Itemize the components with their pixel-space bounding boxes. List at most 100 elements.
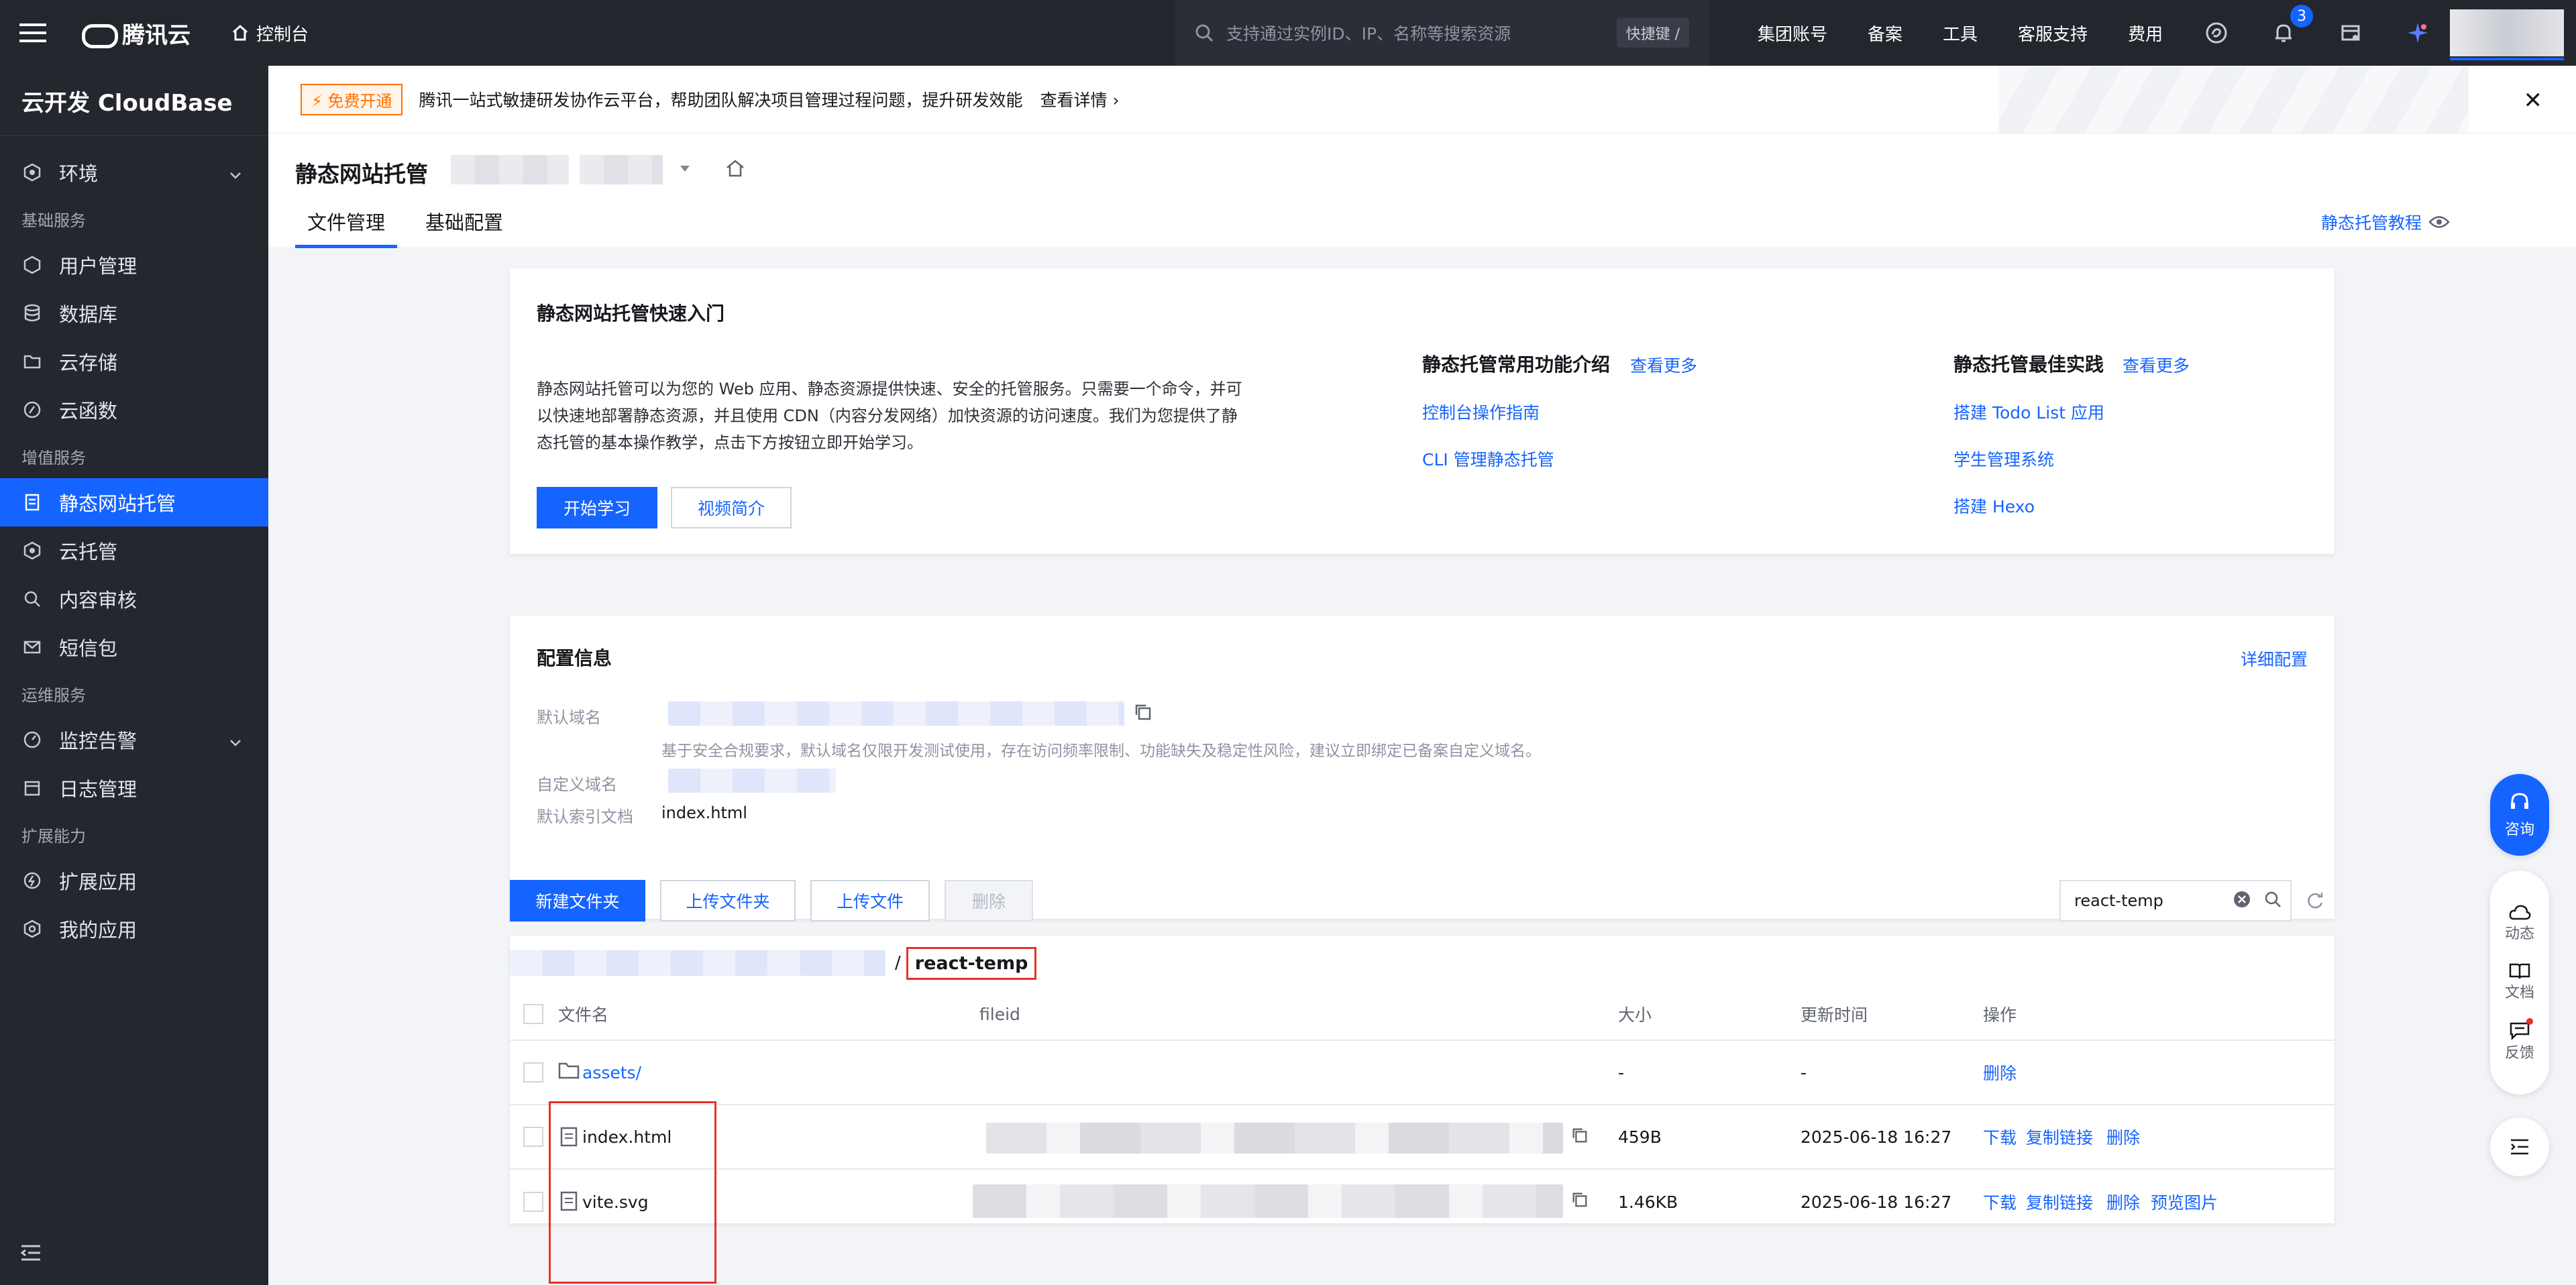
sidebar-item-monitoring[interactable]: 监控告警	[0, 716, 268, 764]
database-icon	[21, 302, 43, 324]
global-search[interactable]: 支持通过实例ID、IP、名称等搜索资源 快捷键 /	[1175, 0, 1709, 66]
copy-link-link[interactable]: 复制链接	[2026, 1190, 2093, 1214]
copy-link-link[interactable]: 复制链接	[2026, 1125, 2093, 1149]
start-learning-button[interactable]: 开始学习	[537, 487, 657, 528]
clear-icon[interactable]	[2233, 890, 2251, 911]
tab-basic-config[interactable]: 基础配置	[413, 207, 515, 248]
detail-config-link[interactable]: 详细配置	[2241, 647, 2308, 671]
default-domain-label: 默认域名	[537, 708, 601, 727]
file-size: -	[1618, 1062, 1625, 1082]
home-icon[interactable]	[724, 158, 746, 182]
sidebar-item-label: 静态网站托管	[59, 492, 176, 515]
tutorial-link[interactable]: 静态托管教程	[2321, 210, 2450, 234]
console-link[interactable]: 控制台	[231, 21, 309, 46]
file-search-input[interactable]: react-temp	[2074, 891, 2233, 910]
video-intro-button[interactable]: 视频简介	[671, 487, 792, 528]
download-link[interactable]: 下载	[1983, 1125, 2017, 1149]
preview-image-link[interactable]: 预览图片	[2151, 1190, 2218, 1214]
delete-link[interactable]: 删除	[2106, 1190, 2140, 1214]
download-link[interactable]: 下载	[1983, 1190, 2017, 1214]
copy-icon[interactable]	[1571, 1127, 1589, 1148]
tencent-cloud-logo[interactable]: 腾讯云	[79, 17, 191, 50]
link-group-account[interactable]: 集团账号	[1758, 21, 1827, 46]
sidebar-item-env[interactable]: 环境	[0, 148, 268, 197]
sidebar-item-static-hosting[interactable]: 静态网站托管	[0, 478, 268, 526]
sidebar-item-content-audit[interactable]: 内容审核	[0, 575, 268, 623]
refresh-icon[interactable]	[2305, 891, 2325, 913]
breadcrumb-root-redacted[interactable]	[510, 950, 885, 976]
highlight-file-names	[549, 1101, 716, 1284]
row-checkbox[interactable]	[523, 1127, 543, 1147]
delete-link[interactable]: 删除	[1983, 1060, 2017, 1084]
sidebar-item-sms[interactable]: 短信包	[0, 623, 268, 671]
upload-file-button[interactable]: 上传文件	[810, 880, 930, 921]
banner-text: 腾讯一站式敏捷研发协作云平台，帮助团队解决项目管理过程问题，提升研发效能	[419, 91, 1023, 110]
eye-icon	[2428, 216, 2450, 228]
sidebar-item-database[interactable]: 数据库	[0, 289, 268, 337]
sidebar-item-functions[interactable]: 云函数	[0, 386, 268, 434]
file-search-field[interactable]: react-temp	[2059, 880, 2292, 921]
copy-icon[interactable]	[1134, 703, 1152, 724]
hexagon-icon	[21, 162, 43, 183]
delete-link[interactable]: 删除	[2106, 1125, 2140, 1149]
sidebar-item-extensions[interactable]: 扩展应用	[0, 856, 268, 905]
default-domain-redacted	[668, 702, 1124, 726]
sidebar-item-label: 云函数	[59, 400, 118, 423]
link-tools[interactable]: 工具	[1943, 21, 1978, 46]
video-intro-label: 视频简介	[697, 499, 765, 518]
new-folder-button[interactable]: 新建文件夹	[510, 880, 645, 921]
practice-link[interactable]: 搭建 Hexo	[1953, 494, 2035, 518]
user-avatar[interactable]	[2450, 9, 2564, 60]
select-all-checkbox[interactable]	[523, 1004, 543, 1024]
practice-link[interactable]: 搭建 Todo List 应用	[1953, 400, 2104, 424]
ai-assistant-icon[interactable]	[2404, 19, 2431, 46]
dynamic-button[interactable]: 动态	[2505, 903, 2534, 943]
feedback-button[interactable]: 反馈	[2505, 1018, 2534, 1062]
link-support[interactable]: 客服支持	[2018, 21, 2088, 46]
new-folder-label: 新建文件夹	[535, 892, 620, 911]
quickstart-title: 静态网站托管快速入门	[537, 302, 725, 325]
practice-link[interactable]: 学生管理系统	[1953, 447, 2054, 471]
upload-folder-button[interactable]: 上传文件夹	[660, 880, 796, 921]
menu-icon[interactable]	[0, 0, 66, 66]
features-title: 静态托管常用功能介绍	[1422, 353, 1611, 376]
feature-link[interactable]: CLI 管理静态托管	[1422, 447, 1554, 471]
sidebar-item-logs[interactable]: 日志管理	[0, 764, 268, 812]
docs-label: 文档	[2504, 985, 2534, 1001]
sidebar-group-basic: 基础服务	[21, 211, 86, 230]
practice-more-link[interactable]: 查看更多	[2123, 353, 2190, 377]
sidebar-item-cloud-run[interactable]: 云托管	[0, 526, 268, 575]
banner-detail-link[interactable]: 查看详情 ›	[1040, 87, 1120, 111]
menu-toggle-button[interactable]	[2490, 1117, 2549, 1176]
close-icon[interactable]: ✕	[2524, 87, 2543, 114]
consult-button[interactable]: 咨询	[2490, 774, 2549, 856]
free-tag[interactable]: ⚡ 免费开通	[301, 83, 403, 115]
search-icon[interactable]	[2263, 890, 2282, 911]
collapse-sidebar-icon[interactable]	[20, 1243, 42, 1265]
cart-icon[interactable]	[2337, 19, 2364, 46]
breadcrumb-separator: /	[895, 953, 901, 973]
features-more-link[interactable]: 查看更多	[1630, 353, 1697, 377]
row-checkbox[interactable]	[523, 1192, 543, 1212]
link-filing[interactable]: 备案	[1868, 21, 1902, 46]
feature-link[interactable]: 控制台操作指南	[1422, 400, 1540, 424]
delete-button[interactable]: 删除	[945, 880, 1033, 921]
miniprogram-icon[interactable]	[2203, 19, 2230, 46]
env-select[interactable]	[451, 151, 746, 188]
docs-button[interactable]: 文档	[2505, 962, 2534, 1002]
link-billing[interactable]: 费用	[2128, 21, 2163, 46]
tab-file-management[interactable]: 文件管理	[295, 207, 398, 248]
search-input[interactable]: 支持通过实例ID、IP、名称等搜索资源	[1226, 21, 1617, 45]
sidebar-item-my-apps[interactable]: 我的应用	[0, 905, 268, 953]
sidebar-item-storage[interactable]: 云存储	[0, 337, 268, 386]
custom-domain-label: 自定义域名	[537, 775, 617, 794]
column-header-name: 文件名	[558, 1005, 609, 1025]
promo-banner: ⚡ 免费开通 腾讯一站式敏捷研发协作云平台，帮助团队解决项目管理过程问题，提升研…	[268, 66, 2576, 133]
console-label: 控制台	[256, 24, 309, 45]
row-checkbox[interactable]	[523, 1062, 543, 1082]
sidebar-item-label: 环境	[59, 162, 99, 185]
sidebar-item-users[interactable]: 用户管理	[0, 241, 268, 289]
bell-icon[interactable]: 3	[2270, 5, 2314, 46]
file-name-link[interactable]: assets/	[582, 1063, 641, 1082]
copy-icon[interactable]	[1571, 1191, 1589, 1213]
